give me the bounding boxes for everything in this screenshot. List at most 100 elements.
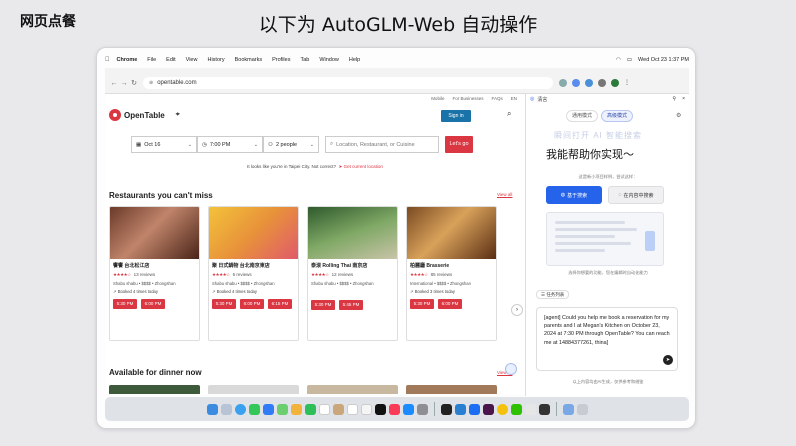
mode-advanced[interactable]: 高级模式	[601, 110, 634, 122]
time-slot-button[interactable]: 5:30 PM	[311, 300, 335, 310]
restaurant-name[interactable]: 泰滾 Rolling Thai 南京店	[308, 259, 397, 269]
lets-go-button[interactable]: Let's go	[445, 136, 473, 153]
maps-icon[interactable]	[276, 403, 288, 415]
battery-icon[interactable]: ▭	[627, 57, 632, 63]
profile-avatar[interactable]	[611, 79, 619, 87]
apple-icon[interactable]: 	[105, 57, 110, 63]
finder-icon[interactable]	[206, 403, 218, 415]
wifi-icon[interactable]: ◠	[616, 57, 621, 63]
back-icon[interactable]: ←	[109, 80, 119, 87]
get-location-link[interactable]: Get current location	[344, 164, 383, 169]
calendar-icon[interactable]	[318, 403, 330, 415]
language-select[interactable]: EN	[511, 96, 517, 101]
menu-bookmarks[interactable]: Bookmarks	[235, 57, 263, 63]
facetime-icon[interactable]	[304, 403, 316, 415]
close-icon[interactable]: ×	[682, 96, 685, 102]
view-all-link[interactable]: View all	[497, 192, 512, 197]
prompt-input[interactable]: [agent] Could you help me book a reserva…	[536, 307, 678, 371]
chrome-icon[interactable]	[496, 403, 508, 415]
restaurant-name[interactable]: 柏麗廳 Brasserie	[407, 259, 496, 269]
link-mobile[interactable]: Mobile	[431, 96, 444, 101]
restaurant-photo[interactable]	[406, 385, 497, 394]
music-icon[interactable]	[388, 403, 400, 415]
sign-in-button[interactable]: Sign in	[441, 110, 471, 122]
menu-file[interactable]: File	[147, 57, 156, 63]
more-menu-icon[interactable]: ⋮	[624, 79, 630, 87]
location-pin-icon[interactable]: ⌖	[176, 111, 180, 119]
assistant-float-icon[interactable]	[505, 363, 517, 375]
time-slot-button[interactable]: 6:00 PM	[240, 299, 264, 309]
menu-edit[interactable]: Edit	[166, 57, 175, 63]
link-for-businesses[interactable]: For Businesses	[452, 96, 483, 101]
navigation-arrow-icon[interactable]: ➤	[339, 164, 343, 169]
restaurant-name[interactable]: 聚 日式鍋物 台北南京東店	[209, 259, 298, 269]
opentable-logo[interactable]: OpenTable ⌖	[109, 109, 180, 121]
menu-app-name[interactable]: Chrome	[117, 57, 138, 63]
photos-icon[interactable]	[290, 403, 302, 415]
restaurant-photo[interactable]	[109, 385, 200, 394]
time-slot-button[interactable]: 5:30 PM	[212, 299, 236, 309]
time-slot-button[interactable]: 5:45 PM	[339, 300, 363, 310]
gear-icon[interactable]: ⚙	[676, 112, 681, 119]
extension-icon[interactable]	[572, 79, 580, 87]
location-search-input[interactable]: ⌕ Location, Restaurant, or Cuisine	[325, 136, 439, 153]
mail-icon[interactable]	[262, 403, 274, 415]
extension-icon[interactable]	[598, 79, 606, 87]
contacts-icon[interactable]	[332, 403, 344, 415]
settings-icon[interactable]	[416, 403, 428, 415]
restaurant-card[interactable]: 聚 日式鍋物 台北南京東店 ★★★★☆ 6 reviews Shabu shabu…	[208, 206, 299, 341]
address-bar[interactable]: ⊕ opentable.com	[143, 77, 553, 89]
site-info-icon[interactable]: ⊕	[149, 80, 153, 86]
search-icon[interactable]: ⌕	[507, 109, 511, 119]
menu-help[interactable]: Help	[349, 57, 360, 63]
carousel-next-icon[interactable]: ›	[511, 304, 523, 316]
app-store-icon[interactable]	[402, 403, 414, 415]
forward-icon[interactable]: →	[119, 80, 129, 87]
send-icon[interactable]: ➤	[663, 355, 673, 365]
time-slot-button[interactable]: 5:30 PM	[113, 299, 137, 309]
restaurant-name[interactable]: 饗饗 台北松江店	[110, 259, 199, 269]
menu-window[interactable]: Window	[319, 57, 339, 63]
restaurant-card[interactable]: 饗饗 台北松江店 ★★★★☆ 13 reviews Shabu shabu • $…	[109, 206, 200, 341]
slack-icon[interactable]	[482, 403, 494, 415]
reminders-icon[interactable]	[346, 403, 358, 415]
xcode-icon[interactable]	[468, 403, 480, 415]
reload-icon[interactable]: ↻	[129, 79, 139, 87]
downloads-icon[interactable]	[562, 403, 574, 415]
option-content-search-button[interactable]: ◌ 在内容中搜索	[608, 186, 664, 204]
menu-view[interactable]: View	[186, 57, 198, 63]
terminal-icon[interactable]	[440, 403, 452, 415]
date-picker[interactable]: ▦ Oct 16 ⌄	[131, 136, 197, 153]
extension-icon[interactable]	[559, 79, 567, 87]
link-faqs[interactable]: FAQs	[491, 96, 502, 101]
menubar-clock[interactable]: Wed Oct 23 1:37 PM	[638, 57, 689, 63]
time-slot-button[interactable]: 6:00 PM	[141, 299, 165, 309]
restaurant-photo[interactable]	[208, 385, 299, 394]
tv-icon[interactable]	[374, 403, 386, 415]
time-picker[interactable]: ◷ 7:00 PM ⌄	[197, 136, 263, 153]
restaurant-card[interactable]: 泰滾 Rolling Thai 南京店 ★★★★☆ 12 reviews Shab…	[307, 206, 398, 341]
restaurant-photo[interactable]	[307, 385, 398, 394]
trash-icon[interactable]	[576, 403, 588, 415]
party-size-picker[interactable]: ⚇ 2 people ⌄	[263, 136, 319, 153]
time-slot-button[interactable]: 6:15 PM	[268, 299, 292, 309]
time-slot-button[interactable]: 6:00 PM	[438, 299, 462, 309]
app-icon[interactable]	[524, 403, 536, 415]
menu-tab[interactable]: Tab	[300, 57, 309, 63]
launchpad-icon[interactable]	[220, 403, 232, 415]
freeform-icon[interactable]	[360, 403, 372, 415]
task-list-chip[interactable]: ☰ 任务列表	[536, 290, 570, 299]
option-search-button[interactable]: ◍ 基于搜索	[546, 186, 602, 204]
vscode-icon[interactable]	[454, 403, 466, 415]
pin-icon[interactable]: ⚲	[672, 96, 676, 102]
mode-general[interactable]: 通用模式	[566, 110, 599, 122]
wechat-icon[interactable]	[510, 403, 522, 415]
restaurant-card[interactable]: 柏麗廳 Brasserie ★★★★☆ 85 reviews Internatio…	[406, 206, 497, 341]
menu-history[interactable]: History	[207, 57, 224, 63]
time-slot-button[interactable]: 5:30 PM	[410, 299, 434, 309]
menu-profiles[interactable]: Profiles	[272, 57, 290, 63]
messages-icon[interactable]	[248, 403, 260, 415]
extension-icon[interactable]	[585, 79, 593, 87]
app-icon[interactable]	[538, 403, 550, 415]
safari-icon[interactable]	[234, 403, 246, 415]
